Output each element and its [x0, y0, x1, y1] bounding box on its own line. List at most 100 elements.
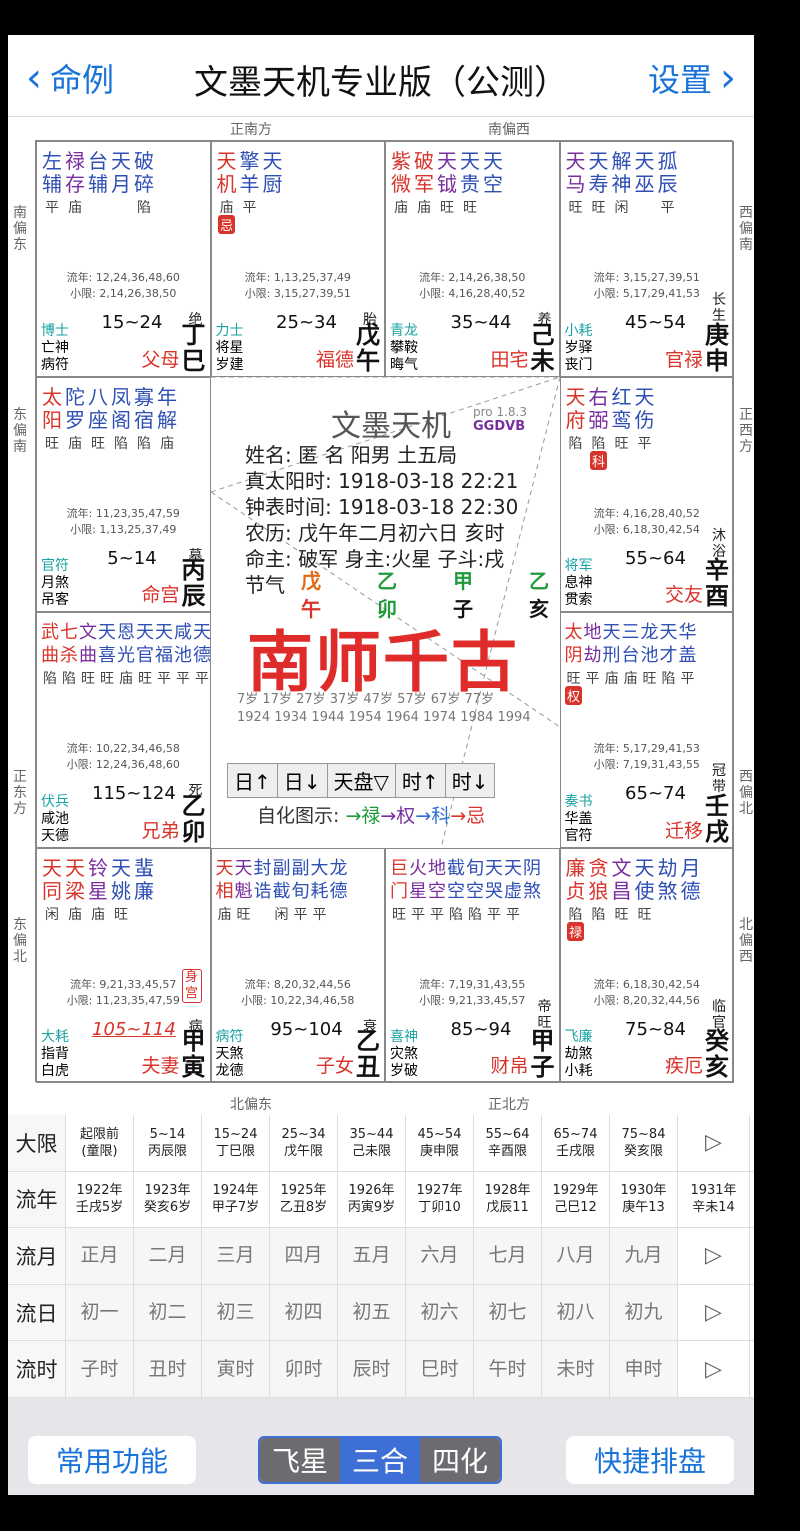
ganzhi-label: 甲寅 — [181, 1027, 206, 1081]
hour-down-button[interactable]: 时↓ — [446, 764, 495, 797]
quick-chart-button[interactable]: 快捷排盘 — [566, 1436, 734, 1484]
table-cell[interactable]: 二月 — [134, 1228, 202, 1284]
palace-chen[interactable]: 太阳旺陀罗庙八座旺凤阁陷寡宿陷年解庙流年: 11,23,35,47,59 小限: … — [36, 376, 211, 612]
star-strength: 旺 — [236, 906, 251, 923]
palace-gods: 小耗 岁驿 丧门 — [565, 323, 593, 374]
next-arrow-icon[interactable]: ▷ — [678, 1115, 750, 1171]
palace-si[interactable]: 左辅平禄存庙台辅天月破碎陷流年: 12,24,36,48,60 小限: 2,14,… — [36, 141, 211, 377]
table-cell[interactable]: 35~44 己未限 — [338, 1115, 406, 1171]
table-cell[interactable]: 初四 — [270, 1284, 338, 1341]
table-cell[interactable]: 55~64 辛酉限 — [474, 1115, 542, 1171]
table-cell[interactable]: 卯时 — [270, 1341, 338, 1397]
table-cell[interactable]: 25~34 戊午限 — [270, 1115, 338, 1171]
table-cell[interactable]: 1930年 庚午13 — [610, 1171, 678, 1228]
palace-wei[interactable]: 紫微庙破军庙天钺旺天贵旺天空流年: 2,14,26,38,50 小限: 4,16,… — [385, 141, 560, 377]
table-cell[interactable]: 初六 — [406, 1284, 474, 1341]
bottom-toolbar: 常用功能 飞星 三合 四化 快捷排盘 — [8, 1398, 754, 1495]
xiaoxian-years: 小限: 8,20,32,44,56 — [593, 993, 700, 1007]
table-cell[interactable]: 75~84 癸亥限 — [610, 1115, 678, 1171]
table-cell[interactable]: 1929年 己巳12 — [542, 1171, 610, 1228]
hour-up-button[interactable]: 时↑ — [396, 763, 446, 797]
palace-mao[interactable]: 武曲陷七杀陷文曲旺天喜旺恩光庙天官旺天福平咸池平天德平流年: 10,22,34,… — [36, 612, 211, 848]
table-cell[interactable]: 初三 — [202, 1284, 270, 1341]
star-strength: 平 — [506, 906, 520, 923]
table-cell[interactable]: 初二 — [134, 1284, 202, 1341]
direction-top-left: 正南方 — [230, 122, 272, 138]
day-up-button[interactable]: 日↑ — [228, 763, 278, 797]
table-cell[interactable]: 寅时 — [202, 1341, 270, 1397]
star: 天月 — [110, 150, 132, 214]
daxian-range: 35~44 — [450, 312, 512, 333]
table-cell[interactable]: 1926年 丙寅9岁 — [338, 1171, 406, 1228]
table-cell[interactable]: 15~24 丁巳限 — [202, 1115, 270, 1171]
table-cell[interactable]: 六月 — [406, 1228, 474, 1284]
star-strength: 旺 — [566, 671, 581, 687]
star-char: 破 — [134, 149, 154, 173]
table-cell[interactable]: 1928年 戊辰11 — [474, 1171, 542, 1228]
table-cell[interactable]: 辰时 — [338, 1341, 406, 1397]
sihua-tab[interactable]: 四化 — [420, 1438, 500, 1482]
xiaoxian-years: 小限: 5,17,29,41,53 — [593, 287, 700, 300]
table-cell[interactable]: 九月 — [610, 1228, 678, 1284]
table-cell[interactable]: 45~54 庚申限 — [406, 1115, 474, 1171]
table-cell[interactable]: 正月 — [66, 1228, 134, 1284]
palace-shen[interactable]: 天马旺天寿旺解神闲天巫孤辰平流年: 3,15,27,39,51 小限: 5,17,… — [559, 141, 734, 377]
table-cell[interactable]: 1927年 丁卯10 — [406, 1171, 474, 1228]
table-cell[interactable]: 三月 — [202, 1228, 270, 1284]
table-cell[interactable]: 初七 — [474, 1284, 542, 1341]
star-name: 天机 — [217, 150, 237, 196]
table-cell[interactable]: 初五 — [338, 1284, 406, 1341]
star: 副截闲 — [273, 857, 291, 923]
common-functions-button[interactable]: 常用功能 — [28, 1436, 196, 1484]
table-cell[interactable]: 丑时 — [134, 1341, 202, 1397]
next-arrow-icon[interactable]: ▷ — [678, 1284, 750, 1341]
table-cell[interactable]: 四月 — [270, 1228, 338, 1284]
table-cell[interactable]: 1931年 辛未14 — [678, 1171, 750, 1228]
direction-bottom-right: 正北方 — [488, 1097, 530, 1113]
palace-xu[interactable]: 太阴旺权地劫平天刑庙三台庙龙池旺天才陷华盖平流年: 5,17,29,41,53 小… — [559, 612, 734, 848]
palace-zi[interactable]: 巨门旺火星平地空平截空陷旬空陷天哭平天虚平阴煞流年: 7,19,31,43,55… — [385, 847, 560, 1083]
table-cell[interactable]: 七月 — [474, 1228, 542, 1284]
palace-hai[interactable]: 廉贞陷禄贪狼陷文昌旺天使旺劫煞月德流年: 6,18,30,42,54 小限: 8,… — [559, 847, 734, 1083]
palace-wu[interactable]: 天机庙忌擎羊平天厨流年: 1,13,25,37,49 小限: 3,15,27,39… — [210, 141, 385, 377]
tianpan-dropdown[interactable]: 天盘▽ — [328, 763, 396, 797]
table-cell[interactable]: 未时 — [542, 1341, 610, 1397]
palace-yin[interactable]: 天同闲天梁庙铃星庙天姚旺蜚廉流年: 9,21,33,45,57 小限: 11,23… — [36, 847, 211, 1083]
star-name: 八座 — [88, 385, 108, 432]
view-mode-segment: 飞星 三合 四化 — [258, 1436, 502, 1484]
table-cell[interactable]: 申时 — [610, 1341, 678, 1397]
xiaoxian-years: 小限: 4,16,28,40,52 — [419, 287, 526, 300]
star-char: 天 — [111, 149, 131, 173]
table-cell[interactable]: 子时 — [66, 1341, 134, 1397]
day-down-button[interactable]: 日↓ — [278, 763, 328, 797]
star-strength: 庙 — [68, 906, 82, 923]
ganzhi-label: 丙辰 — [181, 556, 206, 610]
table-cell[interactable]: 1923年 癸亥6岁 — [134, 1171, 202, 1228]
sanhe-tab[interactable]: 三合 — [340, 1438, 420, 1482]
table-cell[interactable]: 起限前 (童限) — [66, 1115, 134, 1171]
table-cell[interactable]: 1924年 甲子7岁 — [202, 1171, 270, 1228]
next-arrow-icon[interactable]: ▷ — [678, 1341, 750, 1397]
table-cell[interactable]: 65~74 壬戌限 — [542, 1115, 610, 1171]
settings-button[interactable]: 设置 › — [648, 55, 736, 101]
table-cell[interactable]: 巳时 — [406, 1341, 474, 1397]
table-cell[interactable]: 午时 — [474, 1341, 542, 1397]
palace-gods: 青龙 攀鞍 晦气 — [390, 323, 418, 374]
star-list: 天机庙忌擎羊平天厨 — [216, 150, 284, 234]
palace-you[interactable]: 天府陷右弼陷科红鸾旺天伤平流年: 4,16,28,40,52 小限: 6,18,3… — [559, 376, 734, 612]
table-cell[interactable]: 初一 — [66, 1284, 134, 1341]
table-cell[interactable]: 初八 — [542, 1284, 610, 1341]
palace-chou[interactable]: 天相庙天魁旺封诰副截闲副旬平大耗平龙德流年: 8,20,32,44,56 小限: … — [210, 847, 385, 1083]
table-cell[interactable]: 五月 — [338, 1228, 406, 1284]
table-cell[interactable]: 1925年 乙丑8岁 — [270, 1171, 338, 1228]
star-char: 阁 — [111, 407, 131, 432]
star-name: 副旬 — [292, 857, 310, 903]
feixing-tab[interactable]: 飞星 — [260, 1438, 340, 1482]
star-strength: 旺 — [138, 671, 152, 687]
table-cell[interactable]: 1922年 壬戌5岁 — [66, 1171, 134, 1228]
table-cell[interactable]: 5~14 丙辰限 — [134, 1115, 202, 1171]
star-name: 龙池 — [641, 621, 659, 667]
next-arrow-icon[interactable]: ▷ — [678, 1228, 750, 1284]
table-cell[interactable]: 初九 — [610, 1284, 678, 1341]
table-cell[interactable]: 八月 — [542, 1228, 610, 1284]
